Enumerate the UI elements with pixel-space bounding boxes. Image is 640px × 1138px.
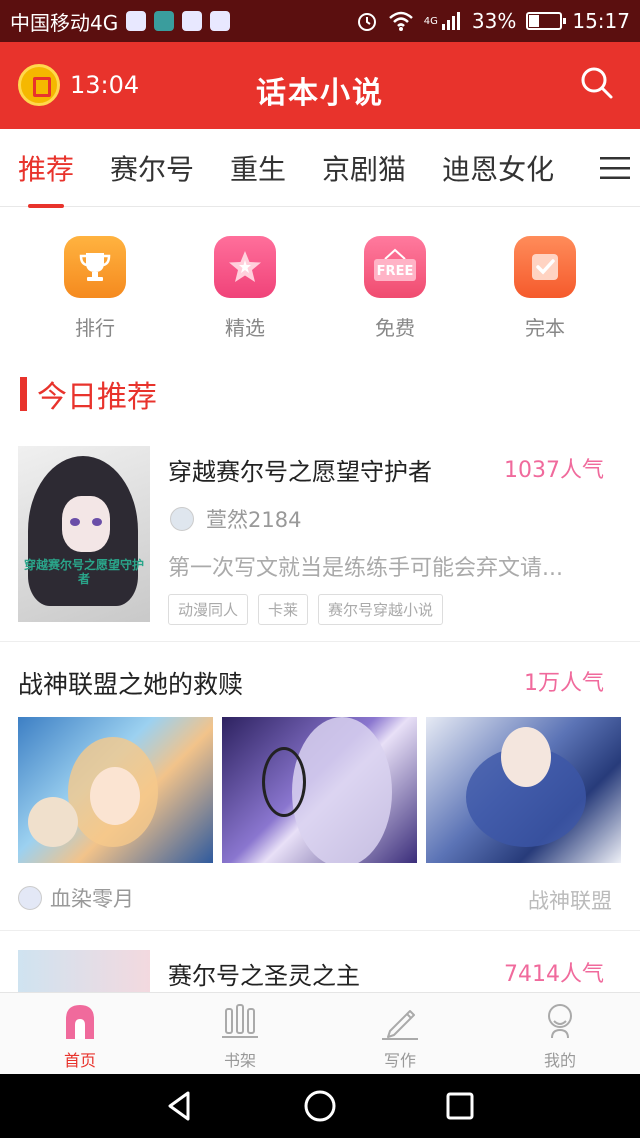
tab-recommend[interactable]: 推荐: [18, 148, 74, 208]
signal-icon: [441, 12, 460, 30]
bookshelf-icon: [222, 1004, 258, 1038]
book-title: 战神联盟之她的救赎: [18, 670, 244, 699]
home-icon: [66, 1005, 94, 1039]
book-image: [222, 717, 417, 863]
battery-icon: [526, 12, 567, 30]
avatar: [18, 886, 42, 910]
entry-label: 完本: [525, 316, 565, 340]
recent-apps-icon[interactable]: [442, 1088, 478, 1124]
entry-label: 免费: [375, 316, 415, 340]
carrier-label: 中国移动4G: [10, 10, 119, 35]
quick-entries: 排行 精选 FREE 免费 完本: [0, 236, 640, 346]
nav-profile[interactable]: 我的: [480, 993, 640, 1074]
check-note-icon: [514, 236, 576, 298]
star-icon: [214, 236, 276, 298]
book-description: 第一次写文就当是练练手可能会弃文请...: [168, 556, 563, 581]
free-sign-icon: FREE: [364, 236, 426, 298]
book-images: [18, 717, 621, 863]
book-tags: 动漫同人 卡莱 赛尔号穿越小说: [168, 594, 444, 625]
menu-icon[interactable]: [600, 157, 630, 179]
app-title: 话本小说: [256, 76, 384, 111]
book-item[interactable]: 赛尔号之圣灵之主 7414人气: [0, 932, 640, 992]
book-popularity: 1万人气: [524, 671, 604, 696]
pen-icon: [382, 1010, 418, 1040]
tag[interactable]: 动漫同人: [168, 594, 249, 625]
cover-title-text: 穿越赛尔号之愿望守护者: [24, 558, 145, 586]
section-accent-bar: [20, 377, 27, 411]
book-author[interactable]: 萱然2184: [170, 504, 301, 534]
entry-completed[interactable]: 完本: [470, 236, 620, 346]
author-name: 血染零月: [50, 887, 134, 911]
profile-icon: [548, 1004, 572, 1039]
nav-home[interactable]: 首页: [0, 993, 160, 1074]
bottom-nav: 首页 书架 写作 我的: [0, 992, 640, 1074]
app-header: 13:04 话本小说: [0, 42, 640, 129]
book-cover: 穿越赛尔号之愿望守护者: [18, 446, 150, 622]
entry-featured[interactable]: 精选: [170, 236, 320, 346]
book-item[interactable]: 穿越赛尔号之愿望守护者 穿越赛尔号之愿望守护者 1037人气 萱然2184 第一…: [0, 438, 640, 642]
book-image: [426, 717, 621, 863]
nav-write[interactable]: 写作: [320, 993, 480, 1074]
battery-percent: 33%: [471, 9, 517, 33]
tab-peking-cat[interactable]: 京剧猫: [322, 148, 406, 188]
book-popularity: 7414人气: [504, 962, 604, 987]
alarm-clock-icon: [357, 13, 376, 31]
category-tabs: 推荐 赛尔号 重生 京剧猫 迪恩女化: [0, 129, 640, 208]
entry-label: 排行: [75, 316, 115, 340]
baidu-paw-icon: [182, 11, 203, 31]
search-icon[interactable]: [580, 66, 614, 100]
nav-label: 我的: [543, 1051, 576, 1070]
free-sign-text: FREE: [377, 264, 414, 279]
section-heading: 今日推荐: [20, 372, 157, 416]
tab-dean[interactable]: 迪恩女化: [442, 148, 554, 188]
book-title: 穿越赛尔号之愿望守护者: [168, 458, 432, 486]
entry-free[interactable]: FREE 免费: [320, 236, 470, 346]
entry-label: 精选: [225, 316, 265, 340]
tab-rebirth[interactable]: 重生: [230, 148, 286, 188]
tag[interactable]: 卡莱: [258, 594, 309, 625]
clock-time: 15:17: [572, 9, 630, 33]
tab-seer[interactable]: 赛尔号: [110, 148, 194, 188]
tag[interactable]: 赛尔号穿越小说: [318, 594, 444, 625]
nav-label: 书架: [223, 1051, 256, 1070]
status-bar: 中国移动4G 4G 33% 15:17: [0, 0, 640, 42]
avatar: [170, 507, 194, 531]
wifi-icon: [388, 11, 413, 31]
author-name: 萱然2184: [206, 508, 302, 532]
entry-ranking[interactable]: 排行: [20, 236, 170, 346]
book-image: [18, 717, 213, 863]
nav-label: 首页: [63, 1051, 96, 1070]
back-icon[interactable]: [162, 1088, 198, 1124]
system-nav-bar: [0, 1074, 640, 1138]
shield-icon: [154, 11, 175, 31]
book-popularity: 1037人气: [504, 458, 604, 483]
baidu-paw-icon: [126, 11, 147, 31]
nav-label: 写作: [383, 1051, 416, 1070]
baidu-paw-icon: [210, 11, 231, 31]
book-author[interactable]: 血染零月: [18, 883, 134, 913]
book-category[interactable]: 战神联盟: [528, 885, 612, 915]
book-item[interactable]: 战神联盟之她的救赎 1万人气 血染零月 战神联盟: [0, 643, 640, 931]
book-cover: [18, 950, 150, 992]
section-title: 今日推荐: [37, 380, 157, 415]
home-circle-icon[interactable]: [302, 1088, 338, 1124]
book-title: 赛尔号之圣灵之主: [168, 962, 360, 990]
nav-bookshelf[interactable]: 书架: [160, 993, 320, 1074]
network-type-label: 4G: [423, 15, 438, 27]
trophy-icon: [64, 236, 126, 298]
